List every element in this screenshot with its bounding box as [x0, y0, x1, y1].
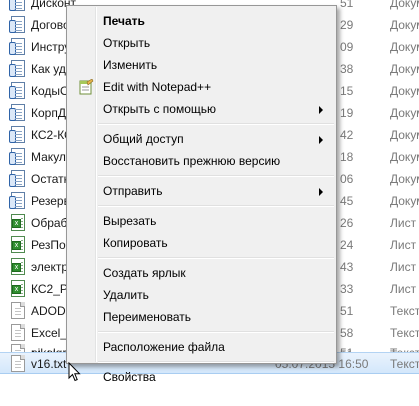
- file-type: Лист: [390, 216, 417, 230]
- file-type: Докум: [390, 62, 419, 76]
- menu-item-label: Открыть с помощью: [103, 102, 217, 116]
- file-type: Докум: [390, 194, 419, 208]
- word-doc-icon: [9, 170, 26, 188]
- word-doc-icon: [9, 192, 26, 210]
- explorer-window: Дисконт51ДокумДогово29ДокумИнстру09Докум…: [0, 0, 419, 406]
- menu-item-label: Отправить: [103, 184, 163, 198]
- word-doc-icon: [9, 38, 26, 56]
- text-file-icon: [10, 324, 26, 342]
- menu-item-label: Edit with Notepad++: [103, 80, 212, 94]
- file-type: Текст: [390, 304, 419, 318]
- excel-sheet-icon: x: [10, 236, 26, 254]
- menu-separator: [98, 331, 334, 333]
- file-type: Лист: [390, 238, 417, 252]
- menu-item-label: Вырезать: [103, 214, 157, 228]
- menu-separator: [98, 361, 334, 363]
- menu-item-20[interactable]: Свойства: [69, 366, 334, 388]
- file-type: Докум: [390, 0, 419, 10]
- menu-item-label: Общий доступ: [103, 132, 184, 146]
- menu-item-11[interactable]: Вырезать: [69, 210, 334, 232]
- file-type: Докум: [390, 106, 419, 120]
- excel-sheet-icon: x: [10, 258, 26, 276]
- file-type: Докум: [390, 40, 419, 54]
- menu-item-14[interactable]: Создать ярлык: [69, 262, 334, 284]
- menu-separator: [98, 175, 334, 177]
- menu-separator: [98, 205, 334, 207]
- submenu-arrow-icon: [319, 136, 323, 144]
- menu-item-9[interactable]: Отправить: [69, 180, 334, 202]
- file-type: Лист: [390, 282, 417, 296]
- menu-item-label: Свойства: [103, 370, 156, 384]
- menu-item-18[interactable]: Расположение файла: [69, 336, 334, 358]
- menu-item-16[interactable]: Переименовать: [69, 306, 334, 328]
- word-doc-icon: [9, 60, 26, 78]
- word-doc-icon: [9, 148, 26, 166]
- excel-sheet-icon: x: [10, 280, 26, 298]
- context-menu: Печать Открыть Изменить Edit with Notepad++…: [66, 5, 337, 384]
- menu-item-label: Восстановить прежнюю версию: [103, 154, 281, 168]
- word-doc-icon: [9, 126, 26, 144]
- menu-item-4[interactable]: Открыть с помощью: [69, 98, 334, 120]
- word-doc-icon: [9, 16, 26, 34]
- menu-item-label: Открыть: [103, 36, 151, 50]
- file-type: Текст: [390, 326, 419, 340]
- excel-sheet-icon: x: [10, 214, 26, 232]
- menu-item-15[interactable]: Удалить: [69, 284, 334, 306]
- file-type: Докум: [390, 150, 419, 164]
- file-type: Докум: [390, 128, 419, 142]
- word-doc-icon: [9, 82, 26, 100]
- menu-item-label: Создать ярлык: [103, 266, 186, 280]
- file-type: Докум: [390, 84, 419, 98]
- mouse-cursor-icon: [68, 362, 81, 382]
- file-type: Лист: [390, 260, 417, 274]
- menu-item-2[interactable]: Изменить: [69, 54, 334, 76]
- menu-item-1[interactable]: Открыть: [69, 32, 334, 54]
- menu-item-7[interactable]: Восстановить прежнюю версию: [69, 150, 334, 172]
- word-doc-icon: [9, 0, 26, 12]
- menu-item-label: Удалить: [103, 288, 149, 302]
- menu-item-6[interactable]: Общий доступ: [69, 128, 334, 150]
- menu-item-label: Расположение файла: [103, 340, 225, 354]
- menu-item-label: Копировать: [103, 236, 168, 250]
- menu-separator: [98, 257, 334, 259]
- text-file-icon: [10, 355, 26, 373]
- menu-item-12[interactable]: Копировать: [69, 232, 334, 254]
- submenu-arrow-icon: [319, 106, 323, 114]
- file-type: Текст: [390, 357, 419, 371]
- menu-item-label: Печать: [103, 14, 145, 28]
- menu-item-3[interactable]: Edit with Notepad++: [69, 76, 334, 98]
- file-type: Докум: [390, 18, 419, 32]
- submenu-arrow-icon: [319, 188, 323, 196]
- menu-item-0[interactable]: Печать: [69, 10, 334, 32]
- word-doc-icon: [9, 104, 26, 122]
- notepad-plus-plus-icon: [78, 78, 94, 95]
- menu-item-label: Изменить: [103, 58, 158, 72]
- menu-separator: [98, 123, 334, 125]
- file-type: Докум: [390, 172, 419, 186]
- text-file-icon: [10, 302, 26, 320]
- menu-item-label: Переименовать: [103, 310, 191, 324]
